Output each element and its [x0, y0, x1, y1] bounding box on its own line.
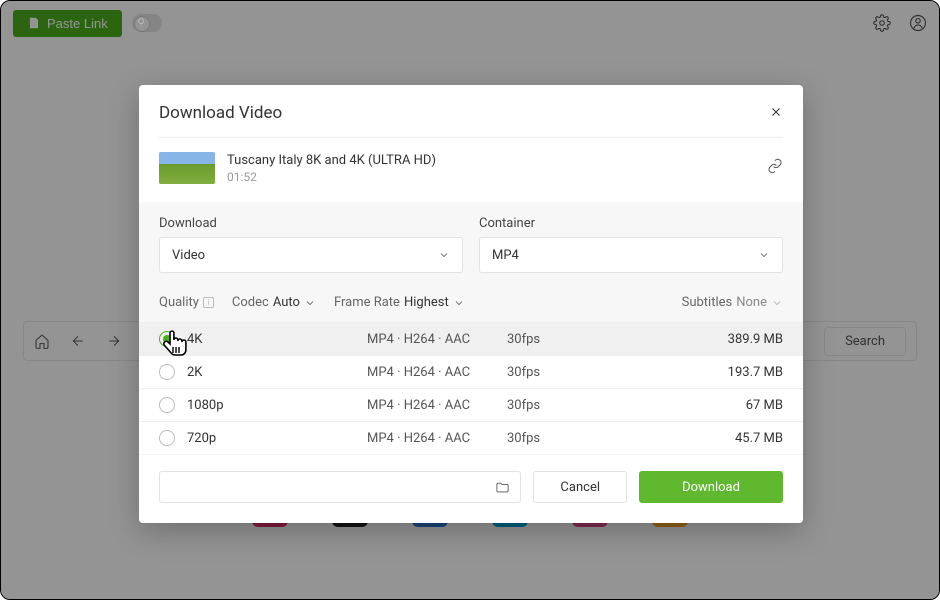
quality-format: MP4 · H264 · AAC — [367, 431, 507, 446]
quality-format: MP4 · H264 · AAC — [367, 365, 507, 380]
quality-name: 720p — [187, 431, 367, 446]
quality-row[interactable]: 2KMP4 · H264 · AAC30fps193.7 MB — [139, 355, 803, 388]
copy-link-button[interactable] — [767, 158, 783, 178]
quality-row[interactable]: 720pMP4 · H264 · AAC30fps45.7 MB — [139, 421, 803, 454]
subtitles-filter[interactable]: Subtitles None — [682, 295, 783, 310]
quality-size: 45.7 MB — [627, 431, 783, 446]
quality-name: 1080p — [187, 398, 367, 413]
chevron-down-icon — [453, 297, 465, 309]
download-type-value: Video — [172, 248, 205, 263]
info-icon[interactable]: i — [203, 297, 214, 308]
quality-fps: 30fps — [507, 431, 627, 446]
quality-fps: 30fps — [507, 398, 627, 413]
chevron-down-icon — [304, 297, 316, 309]
chevron-down-icon — [771, 297, 783, 309]
quality-fps: 30fps — [507, 332, 627, 347]
modal-title: Download Video — [159, 103, 282, 123]
close-button[interactable] — [769, 104, 783, 123]
video-thumbnail — [159, 152, 215, 184]
quality-name: 4K — [187, 332, 367, 347]
quality-size: 193.7 MB — [627, 365, 783, 380]
quality-filter: Quality i — [159, 295, 214, 310]
codec-filter[interactable]: Codec Auto — [232, 295, 316, 310]
video-info-row: Tuscany Italy 8K and 4K (ULTRA HD) 01:52 — [139, 138, 803, 202]
folder-icon — [495, 480, 510, 495]
quality-row[interactable]: 1080pMP4 · H264 · AAC30fps67 MB — [139, 388, 803, 421]
download-type-label: Download — [159, 216, 463, 231]
link-icon — [767, 158, 783, 174]
radio-icon — [159, 331, 175, 347]
chevron-down-icon — [758, 249, 770, 261]
close-icon — [769, 105, 783, 119]
download-modal: Download Video Tuscany Italy 8K and 4K (… — [139, 85, 803, 523]
container-select[interactable]: MP4 — [479, 237, 783, 273]
quality-format: MP4 · H264 · AAC — [367, 332, 507, 347]
framerate-filter[interactable]: Frame Rate Highest — [334, 295, 465, 310]
bulb-icon — [136, 17, 146, 27]
quality-size: 389.9 MB — [627, 332, 783, 347]
chevron-down-icon — [438, 249, 450, 261]
download-type-select[interactable]: Video — [159, 237, 463, 273]
quality-row[interactable]: 4KMP4 · H264 · AAC30fps389.9 MB — [139, 322, 803, 355]
quality-format: MP4 · H264 · AAC — [367, 398, 507, 413]
video-title: Tuscany Italy 8K and 4K (ULTRA HD) — [227, 153, 755, 168]
quality-name: 2K — [187, 365, 367, 380]
radio-icon — [159, 397, 175, 413]
quality-fps: 30fps — [507, 365, 627, 380]
container-value: MP4 — [492, 248, 519, 263]
radio-icon — [159, 430, 175, 446]
save-path-field[interactable] — [159, 471, 521, 503]
quality-size: 67 MB — [627, 398, 783, 413]
quality-list: 4KMP4 · H264 · AAC30fps389.9 MB2KMP4 · H… — [139, 322, 803, 454]
download-button[interactable]: Download — [639, 471, 783, 503]
container-label: Container — [479, 216, 783, 231]
video-duration: 01:52 — [227, 170, 755, 184]
cancel-button[interactable]: Cancel — [533, 471, 627, 503]
radio-icon — [159, 364, 175, 380]
